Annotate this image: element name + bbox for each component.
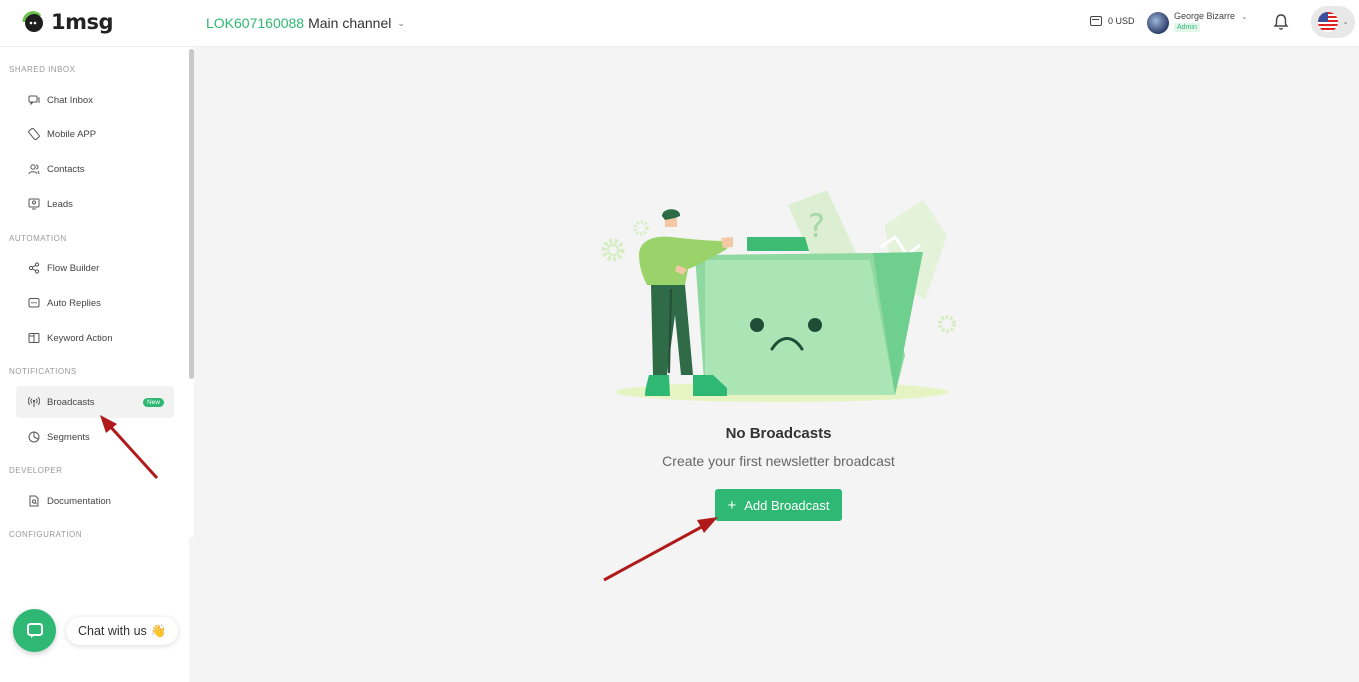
sidebar-item-broadcasts[interactable]: Broadcasts New — [16, 386, 174, 418]
contacts-icon — [28, 163, 40, 175]
chat-inbox-icon — [28, 94, 40, 106]
logo-mark-icon — [22, 11, 43, 32]
chevron-down-icon: ⌄ — [397, 17, 405, 28]
documentation-icon — [28, 495, 40, 507]
sidebar-item-label: Documentation — [47, 495, 111, 507]
section-label-configuration: CONFIGURATION — [9, 530, 83, 539]
sidebar-item-mobile-app[interactable]: Mobile APP — [16, 118, 174, 150]
sidebar-item-auto-replies[interactable]: Auto Replies — [16, 287, 174, 319]
logo-text: 1msg — [51, 10, 114, 34]
empty-state-subtitle: Create your first newsletter broadcast — [662, 453, 895, 469]
user-menu[interactable]: George Bizarre ⌄ Admin — [1147, 11, 1248, 34]
us-flag-icon — [1317, 12, 1338, 32]
wallet-icon — [1090, 16, 1102, 26]
flow-builder-icon — [28, 262, 40, 274]
section-label-automation: AUTOMATION — [9, 234, 67, 243]
sidebar-item-label: Leads — [47, 198, 73, 210]
chevron-down-icon: ⌄ — [1342, 19, 1349, 26]
mobile-app-icon — [28, 128, 40, 140]
sidebar-item-leads[interactable]: Leads — [16, 188, 174, 220]
sidebar-item-label: Flow Builder — [47, 262, 100, 274]
section-label-developer: DEVELOPER — [9, 466, 63, 475]
annotation-arrow-add-button — [603, 517, 718, 582]
sidebar-item-chat-inbox[interactable]: Chat Inbox — [16, 84, 174, 116]
empty-broadcast-illustration: ? — [601, 190, 956, 402]
svg-text:?: ? — [808, 207, 825, 245]
sidebar-item-label: Segments — [47, 431, 90, 443]
sidebar-item-segments[interactable]: Segments — [16, 421, 174, 453]
language-selector[interactable]: ⌄ — [1311, 6, 1355, 38]
sidebar-scrollbar[interactable] — [189, 49, 194, 379]
channel-selector[interactable]: LOK607160088 Main channel ⌄ — [206, 15, 405, 31]
balance[interactable]: 0 USD — [1090, 16, 1135, 26]
broadcast-icon — [28, 396, 40, 408]
section-label-notifications: NOTIFICATIONS — [9, 367, 77, 376]
role-badge: Admin — [1174, 23, 1200, 32]
bell-icon[interactable] — [1273, 13, 1289, 31]
wave-hand-icon: 👋 — [150, 623, 167, 638]
sidebar: SHARED INBOX Chat Inbox Mobile APP Conta… — [0, 47, 194, 682]
plus-icon: + — [727, 496, 737, 514]
channel-name: Main channel — [308, 15, 392, 31]
leads-icon — [28, 198, 40, 210]
user-name: George Bizarre — [1174, 11, 1236, 21]
chat-with-us-pill[interactable]: Chat with us 👋 — [66, 617, 179, 645]
sidebar-item-documentation[interactable]: Documentation — [16, 485, 174, 517]
section-label-shared-inbox: SHARED INBOX — [9, 65, 76, 74]
add-broadcast-button[interactable]: + Add Broadcast — [715, 489, 842, 521]
sidebar-item-label: Broadcasts — [47, 396, 95, 408]
avatar — [1147, 12, 1169, 34]
auto-replies-icon — [28, 297, 40, 309]
sidebar-item-label: Keyword Action — [47, 332, 113, 344]
chat-widget-button[interactable] — [13, 609, 56, 652]
sidebar-item-flow-builder[interactable]: Flow Builder — [16, 252, 174, 284]
new-badge: New — [142, 397, 164, 407]
add-broadcast-label: Add Broadcast — [744, 497, 830, 513]
logo[interactable]: 1msg — [20, 10, 114, 34]
sidebar-item-keyword-action[interactable]: Keyword Action — [16, 322, 174, 354]
sidebar-item-contacts[interactable]: Contacts — [16, 153, 174, 185]
sidebar-item-label: Mobile APP — [47, 128, 97, 140]
sidebar-item-label: Auto Replies — [47, 297, 101, 309]
balance-value: 0 USD — [1108, 16, 1135, 26]
sidebar-item-label: Contacts — [47, 163, 85, 175]
chat-with-us-label: Chat with us — [78, 624, 147, 638]
chat-bubble-icon — [26, 622, 43, 638]
empty-state-title: No Broadcasts — [725, 425, 832, 442]
keyword-action-icon — [28, 332, 40, 344]
top-header: 1msg LOK607160088 Main channel ⌄ 0 USD G… — [0, 0, 1359, 47]
chevron-down-icon: ⌄ — [1241, 11, 1248, 21]
sidebar-item-label: Chat Inbox — [47, 94, 93, 106]
segments-icon — [28, 431, 40, 443]
channel-id: LOK607160088 — [206, 15, 305, 31]
